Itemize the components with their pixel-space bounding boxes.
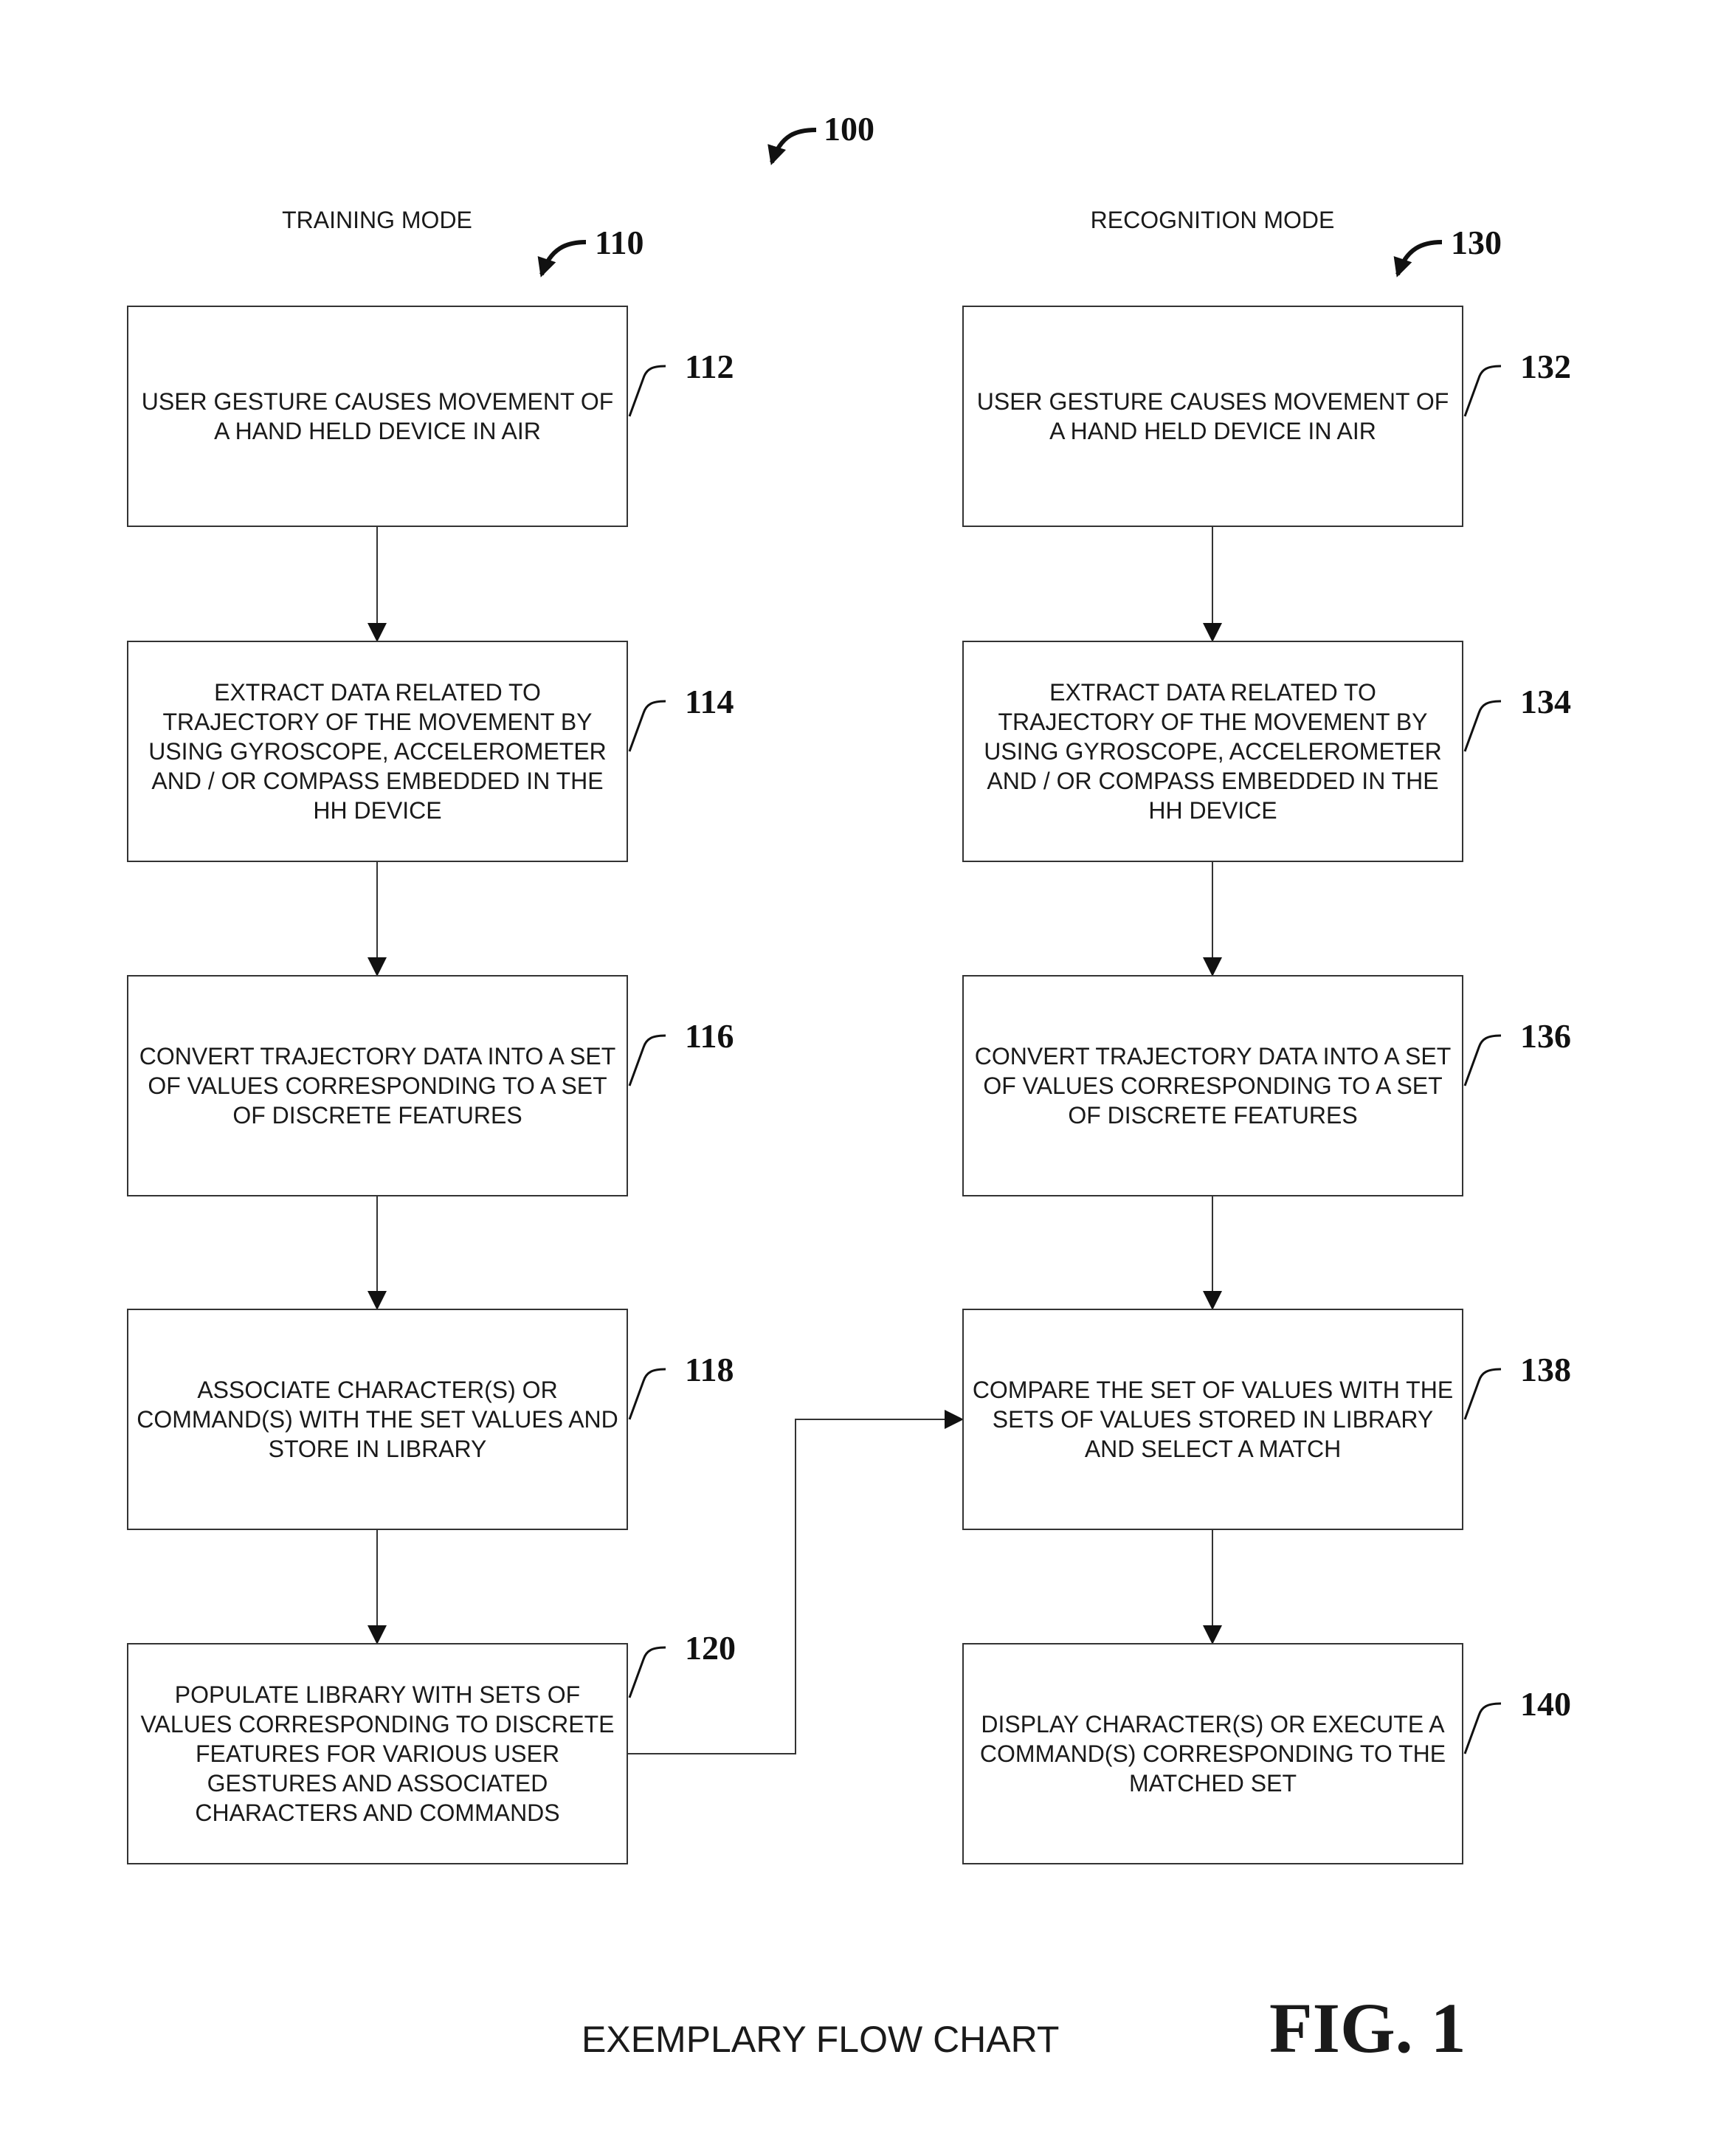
ref-arrow-110 xyxy=(537,240,587,278)
step-ref-112: 112 xyxy=(685,348,734,385)
step-text: USER GESTURE CAUSES MOVEMENT OF A HAND H… xyxy=(141,388,614,444)
leader-134 xyxy=(1463,700,1502,752)
step-text: USER GESTURE CAUSES MOVEMENT OF A HAND H… xyxy=(976,388,1449,444)
step-text: CONVERT TRAJECTORY DATA INTO A SET OF VA… xyxy=(139,1043,616,1129)
step-text: EXTRACT DATA RELATED TO TRAJECTORY OF TH… xyxy=(984,679,1442,824)
step-ref-136: 136 xyxy=(1520,1017,1571,1055)
leader-116 xyxy=(628,1034,666,1086)
leader-132 xyxy=(1463,365,1502,417)
step-ref-114: 114 xyxy=(685,683,734,720)
step-ref-140: 140 xyxy=(1520,1685,1571,1723)
step-text: DISPLAY CHARACTER(S) OR EXECUTE A COMMAN… xyxy=(979,1711,1446,1797)
step-ref-120: 120 xyxy=(685,1629,736,1667)
ref-arrow-100 xyxy=(767,128,817,165)
leader-114 xyxy=(628,700,666,752)
step-box-136: CONVERT TRAJECTORY DATA INTO A SET OF VA… xyxy=(962,975,1463,1196)
figure-label: FIG. 1 xyxy=(1269,1988,1466,2067)
step-text: POPULATE LIBRARY WITH SETS OF VALUES COR… xyxy=(140,1681,615,1826)
leader-118 xyxy=(628,1368,666,1420)
step-box-140: DISPLAY CHARACTER(S) OR EXECUTE A COMMAN… xyxy=(962,1643,1463,1864)
step-box-116: CONVERT TRAJECTORY DATA INTO A SET OF VA… xyxy=(127,975,628,1196)
step-box-120: POPULATE LIBRARY WITH SETS OF VALUES COR… xyxy=(127,1643,628,1864)
step-box-114: EXTRACT DATA RELATED TO TRAJECTORY OF TH… xyxy=(127,641,628,862)
leader-140 xyxy=(1463,1702,1502,1754)
step-text: ASSOCIATE CHARACTER(S) OR COMMAND(S) WIT… xyxy=(137,1377,618,1462)
recognition-mode-title: RECOGNITION MODE xyxy=(1090,207,1335,233)
step-box-134: EXTRACT DATA RELATED TO TRAJECTORY OF TH… xyxy=(962,641,1463,862)
step-ref-134: 134 xyxy=(1520,683,1571,720)
leader-120 xyxy=(628,1646,666,1698)
step-box-118: ASSOCIATE CHARACTER(S) OR COMMAND(S) WIT… xyxy=(127,1309,628,1530)
figure-ref-number: 100 xyxy=(824,110,874,148)
step-text: CONVERT TRAJECTORY DATA INTO A SET OF VA… xyxy=(974,1043,1452,1129)
step-ref-138: 138 xyxy=(1520,1351,1571,1388)
step-box-132: USER GESTURE CAUSES MOVEMENT OF A HAND H… xyxy=(962,306,1463,527)
leader-112 xyxy=(628,365,666,417)
figure-caption: EXEMPLARY FLOW CHART xyxy=(582,2019,1060,2060)
leader-138 xyxy=(1463,1368,1502,1420)
step-box-138: COMPARE THE SET OF VALUES WITH THE SETS … xyxy=(962,1309,1463,1530)
training-mode-title: TRAINING MODE xyxy=(282,207,472,233)
leader-136 xyxy=(1463,1034,1502,1086)
step-ref-116: 116 xyxy=(685,1017,734,1055)
step-box-112: USER GESTURE CAUSES MOVEMENT OF A HAND H… xyxy=(127,306,628,527)
step-ref-118: 118 xyxy=(685,1351,734,1388)
step-ref-132: 132 xyxy=(1520,348,1571,385)
arrow-120-138 xyxy=(628,1410,964,1754)
step-text: EXTRACT DATA RELATED TO TRAJECTORY OF TH… xyxy=(148,679,607,824)
ref-arrow-130 xyxy=(1393,240,1443,278)
step-text: COMPARE THE SET OF VALUES WITH THE SETS … xyxy=(972,1377,1454,1462)
